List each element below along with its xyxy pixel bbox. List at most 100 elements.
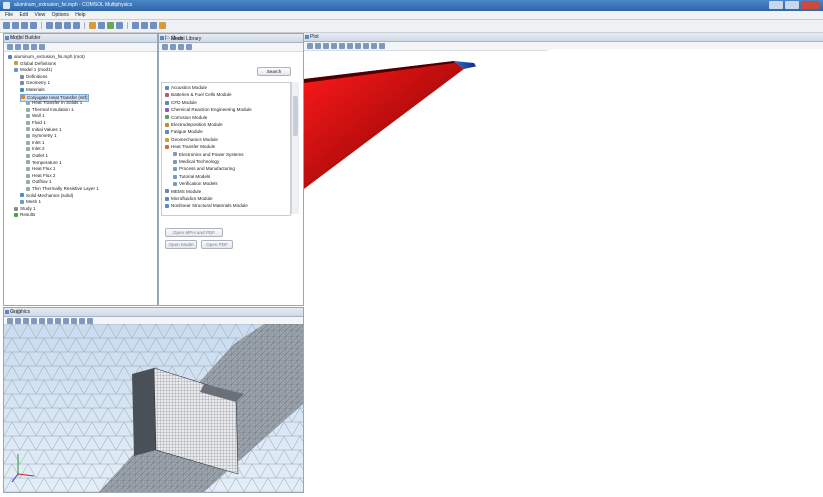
tree-item[interactable]: Definitions xyxy=(20,74,47,80)
redo-icon[interactable] xyxy=(55,22,62,29)
open-pdf-button[interactable]: Open PDF xyxy=(201,240,233,249)
settings-icon[interactable] xyxy=(150,22,157,29)
tree-item[interactable]: Symmetry 1 xyxy=(26,133,57,139)
module-icon xyxy=(165,122,169,127)
library-item[interactable]: Corrosion Module xyxy=(165,115,207,121)
collapse-icon[interactable] xyxy=(15,44,21,50)
search-button[interactable]: Search xyxy=(257,67,291,76)
help-icon[interactable] xyxy=(159,22,166,29)
panel-controls[interactable]: ▭ ▢ xyxy=(10,35,155,41)
mesh-graphics-canvas[interactable] xyxy=(4,324,303,492)
menu-view[interactable]: View xyxy=(34,11,45,19)
tree-node-icon xyxy=(26,107,30,112)
open-mph-pdf-button[interactable]: Open MPH and PDF xyxy=(165,228,223,237)
library-scrollbar[interactable] xyxy=(291,82,299,214)
tree-item[interactable]: Heat Flux 2 xyxy=(26,173,56,179)
tree-item[interactable]: Heat Flux 1 xyxy=(26,166,56,172)
tree-item[interactable]: Wall 1 xyxy=(26,113,45,119)
tree-item[interactable]: Solid Mechanics (solid) xyxy=(20,193,73,199)
library-item-label: Electronics and Power Systems xyxy=(179,151,244,157)
move-down-icon[interactable] xyxy=(31,44,37,50)
library-item[interactable]: MEMS Module xyxy=(165,189,201,195)
compute-icon[interactable] xyxy=(132,22,139,29)
add-model-icon[interactable] xyxy=(98,22,105,29)
tree-node-icon xyxy=(14,206,18,211)
tree-item-label: Heat Flux 1 xyxy=(32,166,56,172)
tree-item[interactable]: Fluid 1 xyxy=(26,120,46,126)
tree-item-label: Global Definitions xyxy=(20,60,57,66)
open-model-button[interactable]: Open Model xyxy=(165,240,197,249)
copy-icon[interactable] xyxy=(64,22,71,29)
menu-help[interactable]: Help xyxy=(75,11,85,19)
library-item[interactable]: Process and Manufacturing xyxy=(173,166,235,172)
library-item[interactable]: Geomechanics Module xyxy=(165,137,218,143)
menu-edit[interactable]: Edit xyxy=(19,11,28,19)
tree-node-icon xyxy=(26,114,30,119)
tree-item[interactable]: Model 1 (mod1) xyxy=(14,67,52,73)
move-up-icon[interactable] xyxy=(23,44,29,50)
tree-item[interactable]: Results xyxy=(14,212,35,218)
library-item[interactable]: Fatigue Module xyxy=(165,129,203,135)
library-item[interactable]: Acoustics Module xyxy=(165,85,207,91)
library-item[interactable]: Batteries & Fuel Cells Module xyxy=(165,92,232,98)
library-icon[interactable] xyxy=(162,44,168,50)
save-icon[interactable] xyxy=(21,22,28,29)
graphics-panel: Graphics ▭ ▢ xyxy=(3,307,304,493)
tree-item[interactable]: Materials xyxy=(20,87,45,93)
filter-icon[interactable] xyxy=(178,44,184,50)
tree-item[interactable]: Heat Transfer in Solids 1 xyxy=(26,100,82,106)
library-item[interactable]: CFD Module xyxy=(165,100,197,106)
tree-item[interactable]: Geometry 1 xyxy=(20,80,50,86)
show-icon[interactable] xyxy=(39,44,45,50)
library-item[interactable]: Heat Transfer Module xyxy=(165,144,215,150)
tree-item-label: Solid Mechanics (solid) xyxy=(26,192,74,198)
refresh-icon[interactable] xyxy=(170,44,176,50)
3d-render-view[interactable] xyxy=(304,49,823,497)
panel-controls[interactable]: ▭ ▢ xyxy=(165,35,301,41)
library-item[interactable]: Medical Technology xyxy=(173,159,219,165)
tree-item-label: Definitions xyxy=(26,73,48,79)
close-button[interactable] xyxy=(801,1,819,9)
tree-item[interactable]: Thin Thermally Resistive Layer 1 xyxy=(26,186,99,192)
library-item[interactable]: Electronics and Power Systems xyxy=(173,152,244,158)
library-scroll-thumb[interactable] xyxy=(293,96,298,136)
paste-icon[interactable] xyxy=(73,22,80,29)
tree-item[interactable]: Outflow 1 xyxy=(26,179,51,185)
add-study-icon[interactable] xyxy=(107,22,114,29)
menu-file[interactable]: File xyxy=(5,11,13,19)
tree-item[interactable]: aluminum_extrusion_fsi.mph (root) xyxy=(8,54,85,60)
undo-icon[interactable] xyxy=(46,22,53,29)
library-item[interactable]: Electrodeposition Module xyxy=(165,122,223,128)
add-icon[interactable] xyxy=(186,44,192,50)
tree-node-icon xyxy=(26,147,30,152)
save-as-icon[interactable] xyxy=(30,22,37,29)
new-file-icon[interactable] xyxy=(3,22,10,29)
library-item[interactable]: Verification Models xyxy=(173,181,218,187)
build-icon[interactable] xyxy=(141,22,148,29)
tree-item[interactable]: Outlet 1 xyxy=(26,153,48,159)
tree-item[interactable]: Mesh 1 xyxy=(20,199,41,205)
menu-options[interactable]: Options xyxy=(52,11,69,19)
tree-item-label: Temperature 1 xyxy=(32,159,62,165)
minimize-button[interactable] xyxy=(769,1,783,9)
library-item[interactable]: Tutorial Models xyxy=(173,174,210,180)
library-item[interactable]: Chemical Reaction Engineering Module xyxy=(165,107,252,113)
plot-tab[interactable]: Plot xyxy=(310,34,319,40)
library-item[interactable]: Microfluidics Module xyxy=(165,196,213,202)
tree-item[interactable]: Temperature 1 xyxy=(26,160,62,166)
expand-icon[interactable] xyxy=(7,44,13,50)
library-item[interactable]: Nonlinear Structural Materials Module xyxy=(165,203,248,209)
add-physics-icon[interactable] xyxy=(89,22,96,29)
tree-item[interactable]: Initial Values 1 xyxy=(26,127,62,133)
tree-item[interactable]: Study 1 xyxy=(14,206,36,212)
tree-item[interactable]: Thermal Insulation 1 xyxy=(26,107,74,113)
library-item-label: Chemical Reaction Engineering Module xyxy=(171,107,252,113)
tree-item[interactable]: Inlet 1 xyxy=(26,140,45,146)
tree-item[interactable]: Inlet 2 xyxy=(26,146,45,152)
panel-controls[interactable]: ▭ ▢ xyxy=(10,309,301,315)
tree-item[interactable]: Global Definitions xyxy=(14,61,56,67)
module-icon xyxy=(165,107,169,112)
add-plot-icon[interactable] xyxy=(116,22,123,29)
maximize-button[interactable] xyxy=(785,1,799,9)
open-file-icon[interactable] xyxy=(12,22,19,29)
